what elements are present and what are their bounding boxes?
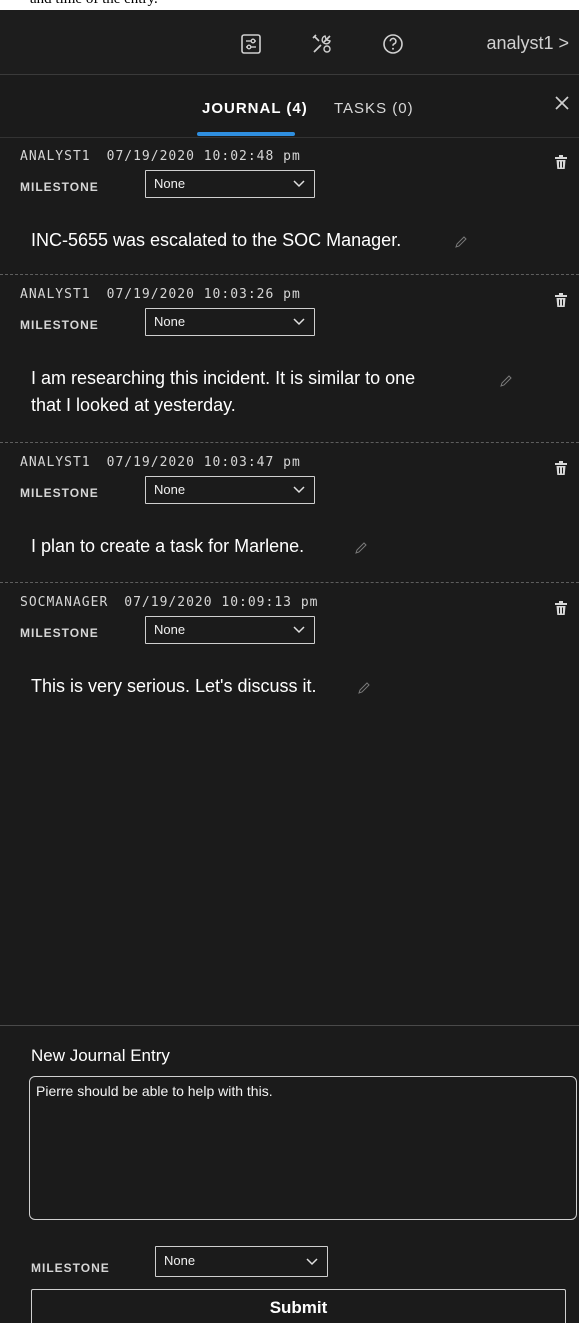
milestone-label: MILESTONE <box>20 318 99 332</box>
submit-button[interactable]: Submit <box>31 1289 566 1323</box>
panel-tabs: JOURNAL (4) TASKS (0) <box>0 76 579 138</box>
delete-icon[interactable] <box>555 293 567 307</box>
entry-timestamp: 07/19/2020 10:03:26 pm <box>106 287 301 302</box>
journal-entry: ANALYST1 07/19/2020 10:03:47 pm MILESTONE… <box>0 443 579 583</box>
journal-entry-input[interactable]: Pierre should be able to help with this. <box>29 1076 577 1220</box>
entry-text-line: I am researching this incident. It is si… <box>31 368 416 388</box>
entry-author: ANALYST1 07/19/2020 10:03:26 pm <box>20 287 301 302</box>
close-icon[interactable] <box>551 92 573 114</box>
settings-panel-icon[interactable] <box>239 32 263 56</box>
journal-entry: ANALYST1 07/19/2020 10:02:48 pm MILESTONE… <box>0 137 579 275</box>
milestone-label: MILESTONE <box>20 626 99 640</box>
milestone-label: MILESTONE <box>20 486 99 500</box>
chevron-down-icon <box>306 1258 318 1266</box>
tab-journal[interactable]: JOURNAL (4) <box>202 100 308 117</box>
entry-text: I plan to create a task for Marlene. <box>31 536 305 556</box>
entry-author: ANALYST1 07/19/2020 10:02:48 pm <box>20 149 301 164</box>
milestone-label: MILESTONE <box>31 1261 110 1275</box>
entry-timestamp: 07/19/2020 10:09:13 pm <box>124 595 319 610</box>
milestone-select[interactable]: None <box>145 308 315 336</box>
entry-text-line: that I looked at yesterday. <box>31 395 236 415</box>
tools-icon[interactable] <box>310 32 334 56</box>
chevron-down-icon <box>293 180 305 188</box>
edit-icon[interactable] <box>500 375 512 387</box>
entry-text: I am researching this incident. It is si… <box>31 365 415 419</box>
entry-timestamp: 07/19/2020 10:02:48 pm <box>106 149 301 164</box>
active-tab-indicator <box>197 132 295 136</box>
delete-icon[interactable] <box>555 461 567 475</box>
entry-text: INC-5655 was escalated to the SOC Manage… <box>31 230 402 250</box>
journal-entry: SOCMANAGER 07/19/2020 10:09:13 pm MILESTO… <box>0 583 579 723</box>
entry-author: SOCMANAGER 07/19/2020 10:09:13 pm <box>20 595 319 610</box>
milestone-label: MILESTONE <box>20 180 99 194</box>
edit-icon[interactable] <box>455 236 467 248</box>
milestone-select[interactable]: None <box>155 1246 328 1277</box>
new-journal-entry-form: New Journal Entry Pierre should be able … <box>0 1025 579 1323</box>
delete-icon[interactable] <box>555 155 567 169</box>
caption-text: and time of the entry. <box>30 0 158 8</box>
milestone-select[interactable]: None <box>145 616 315 644</box>
chevron-down-icon <box>293 318 305 326</box>
entry-timestamp: 07/19/2020 10:03:47 pm <box>106 455 301 470</box>
milestone-select[interactable]: None <box>145 170 315 198</box>
entry-text: This is very serious. Let's discuss it. <box>31 676 317 696</box>
new-entry-title: New Journal Entry <box>31 1046 170 1065</box>
chevron-down-icon <box>293 486 305 494</box>
chevron-down-icon <box>293 626 305 634</box>
edit-icon[interactable] <box>355 542 367 554</box>
milestone-select[interactable]: None <box>145 476 315 504</box>
top-bar: analyst1 > <box>0 10 579 75</box>
tab-tasks[interactable]: TASKS (0) <box>334 100 414 117</box>
journal-entry: ANALYST1 07/19/2020 10:03:26 pm MILESTONE… <box>0 275 579 443</box>
delete-icon[interactable] <box>555 601 567 615</box>
entry-author: ANALYST1 07/19/2020 10:03:47 pm <box>20 455 301 470</box>
help-icon[interactable] <box>381 32 405 56</box>
caption-fragment: and time of the entry. <box>0 0 579 10</box>
edit-icon[interactable] <box>358 682 370 694</box>
user-menu[interactable]: analyst1 > <box>486 33 569 54</box>
